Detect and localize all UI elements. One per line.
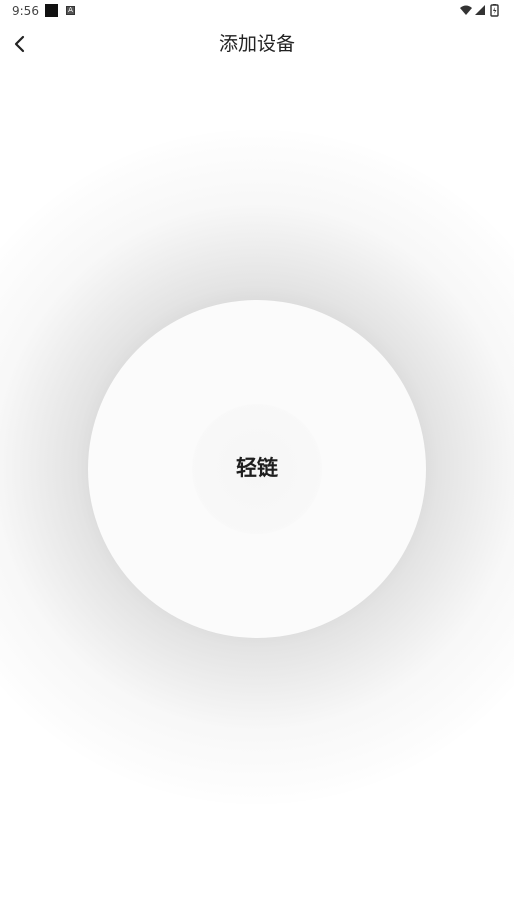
- notification-square-icon: [45, 4, 58, 17]
- a-badge-icon: A: [66, 6, 75, 15]
- battery-icon: [490, 4, 499, 17]
- wifi-icon: [460, 5, 472, 15]
- status-time: 9:56: [12, 4, 39, 18]
- status-icons: [458, 3, 504, 19]
- app-bar: 添加设备: [0, 22, 514, 68]
- page-title: 添加设备: [218, 33, 295, 55]
- quick-link-button[interactable]: 轻链: [88, 300, 426, 638]
- signal-icon: [475, 5, 485, 15]
- add-device-screen: 9:56 A 添加设备 轻链: [0, 0, 514, 913]
- status-bar: 9:56 A: [0, 0, 514, 22]
- quick-link-label: 轻链: [236, 456, 278, 480]
